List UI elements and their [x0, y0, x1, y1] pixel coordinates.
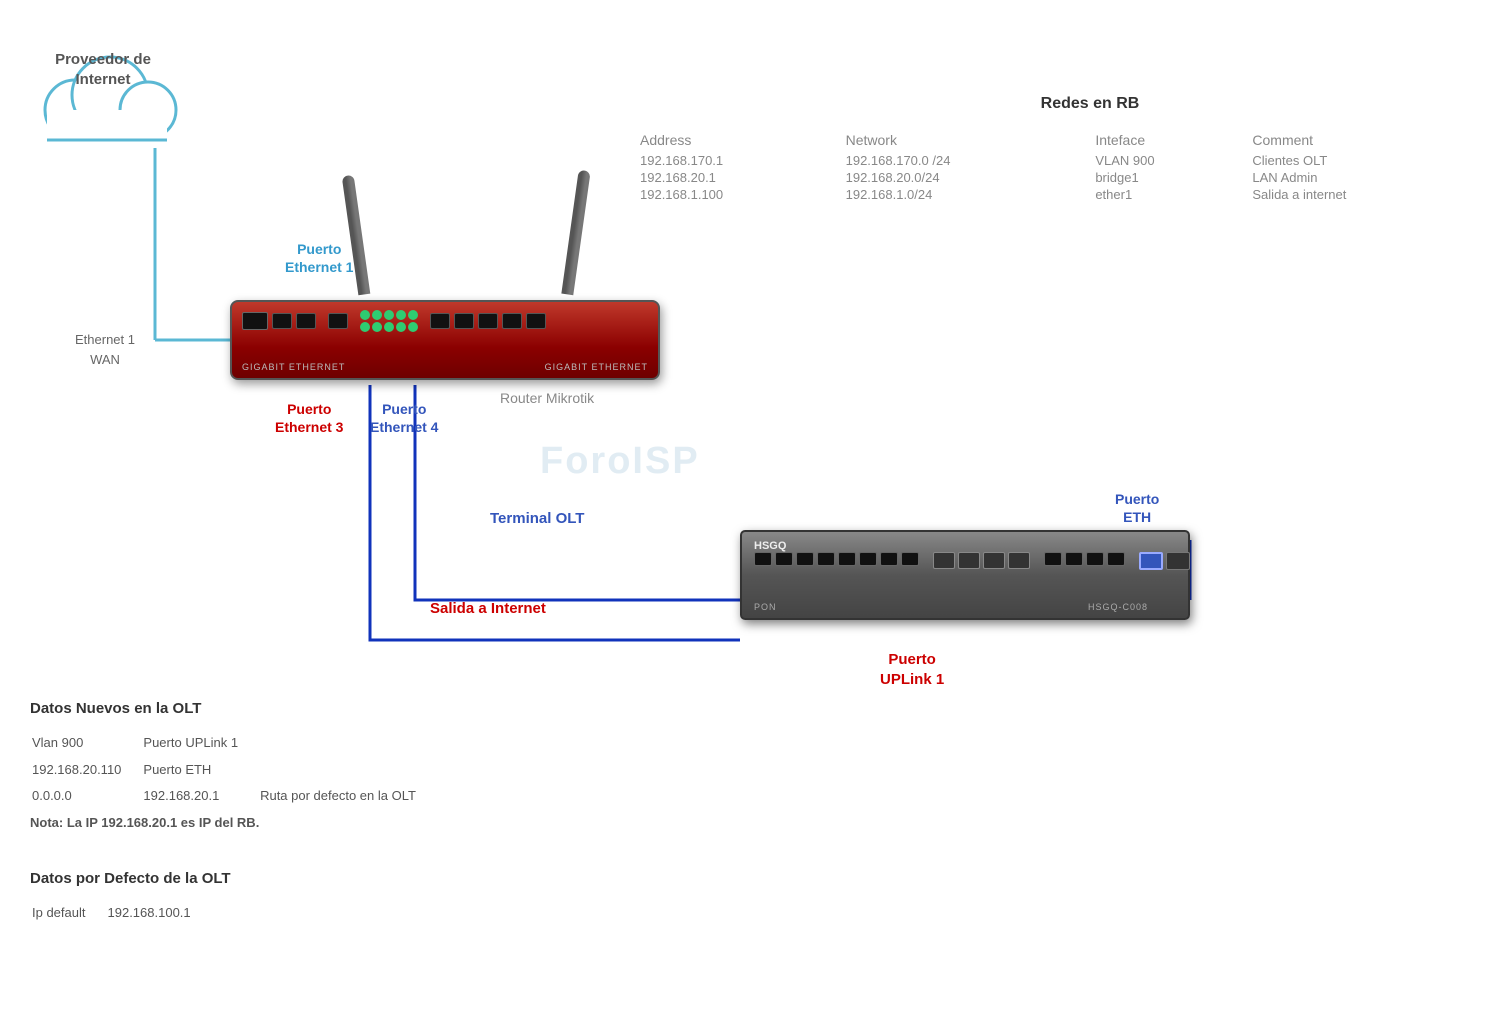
cell-ip: 192.168.20.110: [32, 758, 141, 783]
table-row: 192.168.20.110 Puerto ETH: [32, 758, 436, 783]
ethernet1-wan-label: Ethernet 1 WAN: [75, 330, 135, 369]
table-row: 192.168.20.1 192.168.20.0/24 bridge1 LAN…: [640, 169, 1480, 186]
diagram-container: Proveedor de Internet Redes en RB Addres…: [0, 0, 1500, 1031]
router-label: Router Mikrotik: [500, 390, 594, 406]
cell-empty: [260, 731, 436, 756]
interface-3: ether1: [1095, 186, 1252, 203]
network-3: 192.168.1.0/24: [846, 186, 1096, 203]
olt-brand: HSGQ: [754, 540, 786, 552]
col-network-header: Network: [846, 130, 1096, 152]
puerto-eth-olt-l1: Puerto: [1115, 491, 1159, 507]
puerto-eth1-l1: Puerto: [297, 241, 341, 257]
cloud-text-line1: Proveedor de: [55, 51, 151, 68]
datos-defecto-section: Datos por Defecto de la OLT Ip default 1…: [30, 870, 730, 928]
network-1: 192.168.170.0 /24: [846, 152, 1096, 169]
puerto-eth-olt-l2: ETH: [1123, 509, 1151, 525]
datos-defecto-table: Ip default 192.168.100.1: [30, 899, 213, 928]
puerto-uplink1-l2: UPLink 1: [880, 671, 944, 688]
cell-ruta: Ruta por defecto en la OLT: [260, 784, 436, 809]
ethernet1-line2: WAN: [90, 352, 120, 367]
puerto-eth4-l1: Puerto: [382, 401, 426, 417]
address-1: 192.168.170.1: [640, 152, 846, 169]
col-comment-header: Comment: [1252, 130, 1480, 152]
terminal-olt-label: Terminal OLT: [490, 510, 584, 527]
olt-device: HSGQ PON: [740, 530, 1190, 620]
puerto-ethernet3-label: Puerto Ethernet 3: [275, 400, 343, 436]
puerto-eth-olt-label: Puerto ETH: [1115, 490, 1159, 526]
comment-2: LAN Admin: [1252, 169, 1480, 186]
cell-ip-default-label: Ip default: [32, 901, 106, 926]
col-address-header: Address: [640, 130, 846, 152]
datos-defecto-title: Datos por Defecto de la OLT: [30, 870, 730, 887]
nota-ip: Nota: La IP 192.168.20.1 es IP del RB.: [30, 815, 730, 830]
cell-gw-ip: 192.168.20.1: [143, 784, 258, 809]
cell-uplink: Puerto UPLink 1: [143, 731, 258, 756]
puerto-ethernet4-label: Puerto Ethernet 4: [370, 400, 438, 436]
ethernet1-line1: Ethernet 1: [75, 332, 135, 347]
datos-nuevos-table: Vlan 900 Puerto UPLink 1 192.168.20.110 …: [30, 729, 438, 811]
puerto-eth4-l2: Ethernet 4: [370, 419, 438, 435]
puerto-eth3-l2: Ethernet 3: [275, 419, 343, 435]
puerto-eth1-l2: Ethernet 1: [285, 259, 353, 275]
salida-internet-label: Salida a Internet: [430, 600, 546, 617]
antenna-left: [342, 175, 371, 296]
antenna-right: [561, 170, 590, 295]
col-interface-header: Inteface: [1095, 130, 1252, 152]
router-device: GIGABIT ETHERNET GIGABIT ETHERNET: [230, 300, 660, 380]
cell-default-gw: 0.0.0.0: [32, 784, 141, 809]
cell-eth: Puerto ETH: [143, 758, 258, 783]
table-row: Ip default 192.168.100.1: [32, 901, 211, 926]
table-row: 0.0.0.0 192.168.20.1 Ruta por defecto en…: [32, 784, 436, 809]
comment-1: Clientes OLT: [1252, 152, 1480, 169]
datos-nuevos-title: Datos Nuevos en la OLT: [30, 700, 730, 717]
puerto-uplink1-label: Puerto UPLink 1: [880, 650, 944, 689]
redes-rb-table: Address Network Inteface Comment 192.168…: [640, 130, 1480, 203]
cell-vlan: Vlan 900: [32, 731, 141, 756]
table-row: 192.168.1.100 192.168.1.0/24 ether1 Sali…: [640, 186, 1480, 203]
table-row: 192.168.170.1 192.168.170.0 /24 VLAN 900…: [640, 152, 1480, 169]
puerto-uplink1-l1: Puerto: [888, 651, 936, 668]
cloud-label: Proveedor de Internet: [38, 50, 168, 89]
cell-ip-default-value: 192.168.100.1: [108, 901, 211, 926]
address-3: 192.168.1.100: [640, 186, 846, 203]
address-2: 192.168.20.1: [640, 169, 846, 186]
cell-empty2: [260, 758, 436, 783]
puerto-eth3-l1: Puerto: [287, 401, 331, 417]
comment-3: Salida a internet: [1252, 186, 1480, 203]
datos-nuevos-section: Datos Nuevos en la OLT Vlan 900 Puerto U…: [30, 700, 730, 830]
interface-1: VLAN 900: [1095, 152, 1252, 169]
puerto-ethernet1-label: Puerto Ethernet 1: [285, 240, 353, 276]
table-row: Vlan 900 Puerto UPLink 1: [32, 731, 436, 756]
network-2: 192.168.20.0/24: [846, 169, 1096, 186]
cloud-text-line2: Internet: [75, 71, 130, 88]
foroISP-watermark: ForoISP: [540, 440, 700, 483]
interface-2: bridge1: [1095, 169, 1252, 186]
redes-rb-title: Redes en RB: [690, 95, 1490, 113]
